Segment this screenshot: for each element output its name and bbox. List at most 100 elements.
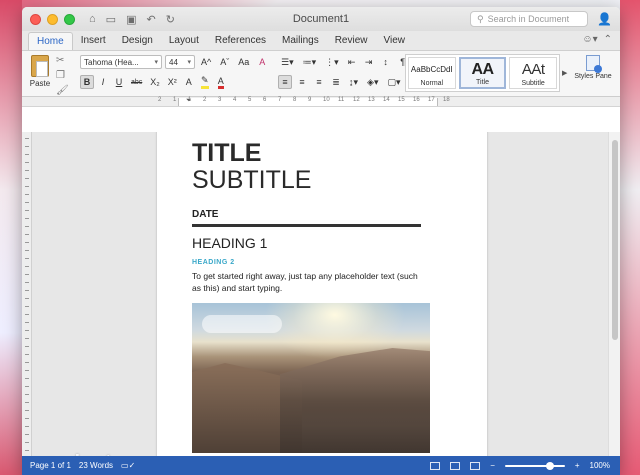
horizontal-ruler[interactable]: ⏷ 2 1 1 2 3 4 5 6 7 8 9 10 11 12 13 14 15 16 17 18: [22, 97, 620, 107]
format-painter-icon[interactable]: 🖌: [56, 85, 69, 96]
ruler-tick: [25, 154, 29, 155]
clipboard-icon: [31, 55, 49, 77]
multilevel-list-icon[interactable]: ⋮▾: [322, 55, 342, 69]
ruler-tick: [25, 426, 29, 427]
draft-view-icon[interactable]: [430, 461, 441, 470]
italic-button[interactable]: I: [96, 75, 110, 89]
tab-design[interactable]: Design: [114, 32, 161, 50]
page-count[interactable]: Page 1 of 1: [30, 461, 71, 470]
search-icon: ⚲: [477, 13, 484, 24]
ruler-tick: [25, 210, 29, 211]
zoom-level[interactable]: 100%: [590, 461, 610, 470]
quick-access-toolbar: ⌂ ▭ ▣ ↶ ↻: [89, 13, 175, 26]
ruler-tick: [25, 242, 29, 243]
home-icon[interactable]: ⌂: [89, 13, 96, 26]
style-subtitle-sample: AAt: [521, 60, 545, 78]
share-icon[interactable]: 👤: [597, 12, 612, 26]
subscript-button[interactable]: X₂: [147, 75, 163, 89]
zoom-slider-knob[interactable]: [545, 461, 554, 470]
canyon-photo[interactable]: [192, 303, 430, 453]
tab-home[interactable]: Home: [28, 32, 73, 50]
redo-icon[interactable]: ↻: [166, 13, 175, 26]
undo-icon[interactable]: ↶: [146, 13, 155, 26]
ruler-tick: [25, 178, 29, 179]
ruler-tick: [25, 330, 29, 331]
highlight-color-icon[interactable]: ✎: [198, 75, 212, 89]
ruler-tick: [25, 266, 29, 267]
tab-mailings[interactable]: Mailings: [274, 32, 327, 50]
text-effects-icon[interactable]: A: [182, 75, 196, 89]
borders-icon[interactable]: ▢▾: [384, 75, 403, 89]
word-count[interactable]: 23 Words: [79, 461, 113, 470]
ruler-tick: [25, 354, 29, 355]
doc-heading-2[interactable]: HEADING 2: [192, 259, 235, 266]
ruler-number: 8: [293, 97, 297, 103]
scrollbar-thumb[interactable]: [612, 140, 618, 340]
styles-pane-button[interactable]: Styles Pane: [570, 55, 616, 81]
font-name-select[interactable]: Tahoma (Hea... ▾: [80, 55, 162, 69]
underline-button[interactable]: U: [112, 75, 126, 89]
vertical-scrollbar[interactable]: [608, 132, 620, 456]
tab-view[interactable]: View: [376, 32, 414, 50]
close-button[interactable]: [30, 13, 41, 25]
status-bar: Page 1 of 1 23 Words ▭✓ − + 100%: [22, 456, 620, 475]
tab-insert[interactable]: Insert: [73, 32, 114, 50]
style-title[interactable]: AA Title: [458, 57, 507, 89]
sort-icon[interactable]: ↕: [379, 55, 393, 69]
grow-font-button[interactable]: A^: [198, 55, 214, 69]
numbering-icon[interactable]: ≔▾: [300, 55, 320, 69]
zoom-in-icon[interactable]: +: [575, 461, 580, 470]
style-normal[interactable]: AaBbCcDdI Normal: [408, 57, 456, 89]
open-folder-icon[interactable]: ▭: [106, 13, 116, 26]
align-left-icon[interactable]: ≡: [278, 75, 292, 89]
zoom-slider[interactable]: [504, 461, 565, 470]
ruler-tick: [25, 450, 29, 451]
ruler-tick: [25, 290, 29, 291]
doc-date[interactable]: DATE: [192, 209, 218, 220]
shrink-font-button[interactable]: Aˇ: [217, 55, 232, 69]
save-icon[interactable]: ▣: [126, 13, 136, 26]
minimize-button[interactable]: [47, 13, 58, 25]
styles-more-icon[interactable]: ▶: [562, 69, 567, 77]
ruler-tick: [25, 386, 29, 387]
document-page[interactable]: TITLE SUBTITLE DATE HEADING 1 HEADING 2 …: [157, 132, 487, 456]
font-size-value: 44: [169, 57, 178, 67]
document-area[interactable]: TITLE SUBTITLE DATE HEADING 1 HEADING 2 …: [22, 132, 620, 456]
line-spacing-icon[interactable]: ↨▾: [346, 75, 361, 89]
tab-review[interactable]: Review: [327, 32, 376, 50]
doc-subtitle[interactable]: SUBTITLE: [192, 166, 311, 195]
zoom-out-icon[interactable]: −: [490, 461, 495, 470]
font-size-select[interactable]: 44 ▾: [165, 55, 195, 69]
align-right-icon[interactable]: ≡: [312, 75, 326, 89]
strikethrough-button[interactable]: abc: [128, 75, 145, 89]
cut-icon[interactable]: ✂: [56, 55, 69, 66]
doc-title[interactable]: TITLE: [192, 139, 261, 168]
justify-icon[interactable]: ≣: [329, 75, 343, 89]
doc-body-text[interactable]: To get started right away, just tap any …: [192, 270, 428, 294]
bold-button[interactable]: B: [80, 75, 94, 89]
shading-icon[interactable]: ◈▾: [364, 75, 381, 89]
align-center-icon[interactable]: ≡: [295, 75, 309, 89]
bullets-icon[interactable]: ☰▾: [278, 55, 297, 69]
style-subtitle[interactable]: AAt Subtitle: [509, 57, 557, 89]
paste-button[interactable]: Paste: [28, 55, 52, 88]
collapse-ribbon-icon[interactable]: ⌃: [604, 34, 612, 45]
doc-heading-1[interactable]: HEADING 1: [192, 235, 267, 251]
print-layout-icon[interactable]: [450, 461, 461, 470]
proofing-icon[interactable]: ▭✓: [121, 461, 135, 470]
ruler-tick: [25, 202, 29, 203]
web-layout-icon[interactable]: [470, 461, 481, 470]
decrease-indent-icon[interactable]: ⇤: [345, 55, 359, 69]
tab-references[interactable]: References: [207, 32, 274, 50]
change-case-button[interactable]: Aa: [235, 55, 252, 69]
superscript-button[interactable]: X²: [165, 75, 180, 89]
increase-indent-icon[interactable]: ⇥: [362, 55, 376, 69]
smiley-feedback-icon[interactable]: ☺▾: [582, 34, 597, 45]
copy-icon[interactable]: ❐: [56, 70, 69, 81]
tab-layout[interactable]: Layout: [161, 32, 207, 50]
font-color-icon[interactable]: A: [214, 75, 228, 89]
clear-formatting-button[interactable]: A: [255, 55, 269, 69]
ruler-number: 2: [203, 97, 207, 103]
search-input[interactable]: ⚲ Search in Document: [470, 11, 588, 27]
zoom-button[interactable]: [64, 13, 75, 25]
